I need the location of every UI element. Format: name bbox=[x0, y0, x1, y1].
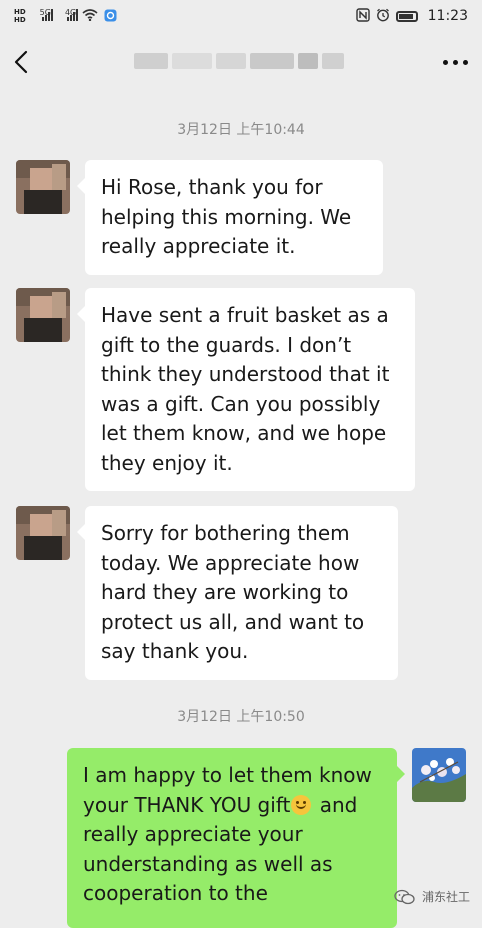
battery-icon bbox=[395, 10, 418, 22]
redaction-block bbox=[134, 53, 168, 69]
message-line: today. We appreciate how bbox=[101, 550, 360, 575]
wifi-icon bbox=[82, 9, 98, 23]
message-line: Sorry for bothering them bbox=[101, 521, 350, 545]
message-line: really appreciate it. bbox=[101, 234, 296, 258]
watermark-text: 浦东社工 bbox=[421, 890, 470, 904]
more-dots-icon[interactable] bbox=[443, 59, 468, 65]
chat-header bbox=[0, 32, 482, 92]
message-line: was a gift. Can you possibly bbox=[101, 391, 381, 416]
hd-label-bottom: HD bbox=[14, 16, 26, 24]
message-line: helping this morning. We bbox=[101, 204, 352, 229]
message-line: let them know, and we hope bbox=[101, 421, 387, 445]
nfc-icon bbox=[355, 8, 370, 24]
redaction-block bbox=[216, 53, 246, 69]
message-line: your THANK YOU gift and bbox=[83, 791, 381, 821]
message-line: I am happy to let them know bbox=[83, 763, 372, 787]
message-bubble-outgoing[interactable]: I am happy to let them know your THANK Y… bbox=[67, 748, 405, 928]
avatar[interactable] bbox=[16, 506, 70, 560]
message-line: Have sent a fruit basket as a bbox=[101, 303, 389, 327]
chevron-left-icon[interactable] bbox=[14, 42, 42, 82]
avatar-self[interactable] bbox=[412, 748, 466, 802]
redaction-block bbox=[298, 53, 318, 69]
contact-name-redacted bbox=[134, 50, 350, 72]
hd-indicator: HD HD bbox=[14, 8, 26, 24]
redaction-block bbox=[250, 53, 294, 69]
message-bubble[interactable]: Hi Rose, thank you for helping this morn… bbox=[77, 160, 383, 275]
alarm-icon bbox=[376, 8, 390, 24]
message-line: really appreciate your bbox=[83, 822, 303, 846]
avatar[interactable] bbox=[16, 288, 70, 342]
message-line: think they understood that it bbox=[101, 362, 390, 386]
status-left: HD HD 5G 4G bbox=[14, 8, 117, 24]
status-time: 11:23 bbox=[427, 8, 468, 24]
status-bar: HD HD 5G 4G 11:23 bbox=[0, 0, 482, 32]
avatar[interactable] bbox=[16, 160, 70, 214]
dot bbox=[443, 59, 448, 65]
message-line: protect us all, and want to bbox=[101, 609, 365, 634]
message-line: cooperation to the bbox=[83, 881, 268, 905]
message-bubble[interactable]: Have sent a fruit basket as a gift to th… bbox=[77, 288, 415, 491]
message-line: Hi Rose, thank you for bbox=[101, 175, 323, 199]
message-text: and bbox=[313, 792, 358, 817]
dot bbox=[453, 59, 458, 65]
message-timestamp: 3月12日 上午10:44 bbox=[177, 122, 305, 138]
status-right: 11:23 bbox=[355, 8, 468, 24]
smiling-face-emoji bbox=[291, 794, 312, 815]
redaction-block bbox=[172, 53, 212, 69]
message-line: hard they are working to bbox=[101, 580, 349, 604]
watermark: 浦东社工 bbox=[394, 888, 470, 905]
redaction-block bbox=[322, 53, 344, 69]
message-line: gift to the guards. I don’t bbox=[101, 332, 352, 357]
wechat-logo-icon bbox=[394, 889, 416, 905]
dot bbox=[463, 59, 468, 65]
message-line: they enjoy it. bbox=[101, 450, 233, 475]
message-text: your THANK YOU gift bbox=[83, 792, 291, 817]
app-notification-icon bbox=[104, 9, 117, 24]
signal-label-2: 4G bbox=[64, 8, 77, 17]
message-line: understanding as well as bbox=[83, 851, 333, 876]
message-timestamp: 3月12日 上午10:50 bbox=[177, 709, 305, 725]
message-bubble[interactable]: Sorry for bothering them today. We appre… bbox=[77, 506, 398, 680]
hd-label-top: HD bbox=[14, 8, 26, 16]
signal-label-1: 5G bbox=[39, 8, 51, 17]
message-line: say thank you. bbox=[101, 639, 249, 663]
